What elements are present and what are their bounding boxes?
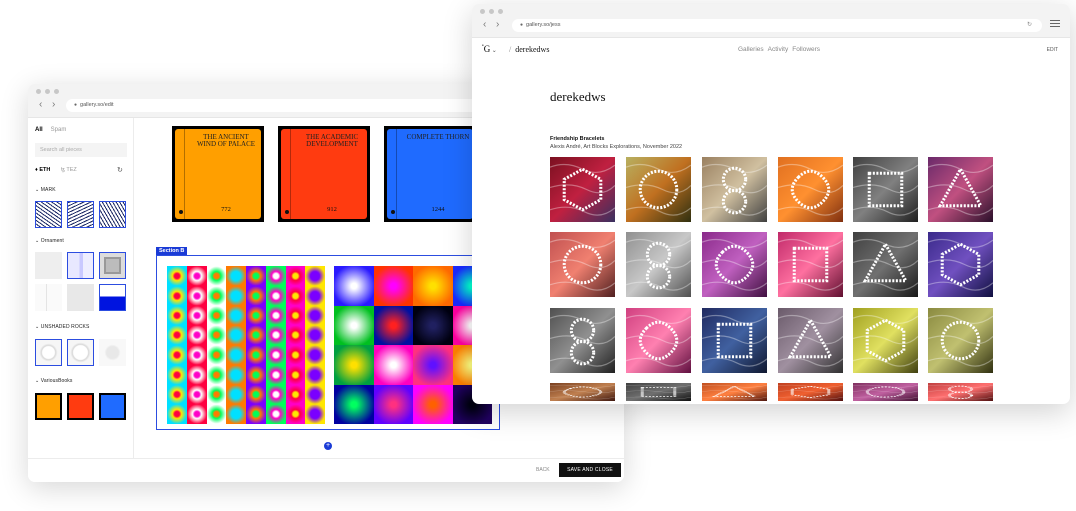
artwork-thumbnail[interactable] bbox=[928, 383, 993, 401]
eth-icon: ♦ bbox=[35, 167, 38, 173]
book-card[interactable]: COMPLETE THORN 1244 bbox=[384, 126, 476, 222]
refresh-icon[interactable]: ↻ bbox=[117, 167, 123, 174]
gallery-logo[interactable]: •G ⌄ bbox=[482, 44, 497, 54]
nav-followers[interactable]: Followers bbox=[792, 46, 820, 53]
collection-title: Friendship Bracelets bbox=[550, 136, 605, 142]
group-ornament[interactable]: ⌄ Ornament bbox=[35, 238, 64, 244]
forward-arrow-icon[interactable]: › bbox=[496, 20, 499, 30]
chain-eth[interactable]: ♦ ETH bbox=[35, 167, 50, 174]
book-thumb[interactable] bbox=[35, 393, 62, 420]
group-various-books[interactable]: ⌄ VariousBooks bbox=[35, 378, 72, 384]
browser-chrome: ‹ › ● gallery.so/jess ↻ bbox=[472, 4, 1070, 38]
bottom-bar: BACK SAVE AND CLOSE bbox=[28, 458, 624, 482]
save-and-close-button[interactable]: SAVE AND CLOSE bbox=[559, 463, 621, 477]
lock-icon: ● bbox=[74, 102, 78, 108]
book-thumb[interactable] bbox=[67, 393, 94, 420]
artwork-thumbnail[interactable] bbox=[626, 232, 691, 297]
artwork-thumbnail[interactable] bbox=[702, 383, 767, 401]
artwork-thumbnail[interactable] bbox=[778, 157, 843, 222]
nav-activity[interactable]: Activity bbox=[768, 46, 789, 53]
gradient-artwork[interactable] bbox=[334, 266, 492, 424]
artwork-thumbnail[interactable] bbox=[550, 232, 615, 297]
artwork-thumbnail[interactable] bbox=[928, 308, 993, 373]
book-title: THE ACADEMIC DEVELOPMENT bbox=[305, 133, 359, 148]
breadcrumb[interactable]: / derekedws bbox=[509, 45, 549, 54]
sidebar: All Spam Search all pieces ♦ ETH ꜩ TEZ ↻… bbox=[28, 118, 134, 458]
book-thumb[interactable] bbox=[99, 393, 126, 420]
mark-thumb[interactable] bbox=[35, 201, 62, 228]
collection-subtitle: Alexis André, Art Blocks Explorations, N… bbox=[550, 144, 683, 150]
group-mark[interactable]: ⌄ MARK bbox=[35, 187, 56, 193]
book-card[interactable]: THE ANCIENT WIND OF PALACE 772 bbox=[172, 126, 264, 222]
window-controls[interactable] bbox=[36, 89, 59, 94]
artwork-thumbnail[interactable] bbox=[928, 157, 993, 222]
rock-thumb[interactable] bbox=[67, 339, 94, 366]
ornament-thumb[interactable] bbox=[99, 284, 126, 311]
chevron-down-icon: ⌄ bbox=[35, 324, 40, 330]
book-number: 1244 bbox=[431, 206, 445, 213]
nav-galleries[interactable]: Galleries bbox=[738, 46, 764, 53]
menu-icon[interactable] bbox=[1050, 20, 1060, 29]
chevron-down-icon: ⌄ bbox=[35, 187, 40, 193]
ornament-thumb[interactable] bbox=[35, 252, 62, 279]
window-controls[interactable] bbox=[480, 9, 503, 14]
chevron-down-icon: ⌄ bbox=[490, 48, 497, 54]
book-title: COMPLETE THORN bbox=[406, 133, 470, 141]
book-number: 772 bbox=[221, 206, 231, 213]
profile-nav: Galleries Activity Followers bbox=[738, 46, 820, 53]
profile-header: •G ⌄ / derekedws Galleries Activity Follo… bbox=[472, 38, 1070, 60]
artwork-thumbnail[interactable] bbox=[778, 232, 843, 297]
book-card[interactable]: THE ACADEMIC DEVELOPMENT 912 bbox=[278, 126, 370, 222]
tab-all[interactable]: All bbox=[35, 127, 43, 133]
forward-arrow-icon[interactable]: › bbox=[52, 100, 55, 110]
artwork-thumbnail[interactable] bbox=[778, 308, 843, 373]
edit-button[interactable]: EDIT bbox=[1047, 47, 1058, 53]
artwork-thumbnail[interactable] bbox=[702, 232, 767, 297]
profile-window: ‹ › ● gallery.so/jess ↻ •G ⌄ / derekedws G… bbox=[472, 4, 1070, 404]
artwork-thumbnail[interactable] bbox=[550, 308, 615, 373]
artwork-thumbnail[interactable] bbox=[550, 383, 615, 401]
tab-spam[interactable]: Spam bbox=[51, 127, 67, 133]
book-title: THE ANCIENT WIND OF PALACE bbox=[196, 133, 256, 148]
address-bar[interactable]: ● gallery.so/jess ↻ bbox=[512, 19, 1042, 32]
tez-icon: ꜩ bbox=[61, 167, 65, 173]
artwork-thumbnail[interactable] bbox=[853, 232, 918, 297]
ornament-thumb[interactable] bbox=[35, 284, 62, 311]
chain-tez[interactable]: ꜩ TEZ bbox=[61, 167, 77, 174]
artwork-thumbnail[interactable] bbox=[626, 157, 691, 222]
artwork-thumbnail[interactable] bbox=[853, 383, 918, 401]
artwork-thumbnail[interactable] bbox=[626, 308, 691, 373]
chevron-down-icon: ⌄ bbox=[35, 378, 40, 384]
chevron-down-icon: ⌄ bbox=[35, 238, 40, 244]
artwork-thumbnail[interactable] bbox=[702, 157, 767, 222]
add-section-button[interactable]: + bbox=[324, 442, 332, 450]
section-label[interactable]: Section B bbox=[156, 247, 188, 255]
artwork-thumbnail[interactable] bbox=[702, 308, 767, 373]
group-unshaded-rocks[interactable]: ⌄ UNSHADED ROCKS bbox=[35, 324, 89, 330]
search-input[interactable]: Search all pieces bbox=[35, 143, 127, 157]
back-arrow-icon[interactable]: ‹ bbox=[483, 20, 486, 30]
artwork-thumbnail[interactable] bbox=[853, 157, 918, 222]
artwork-thumbnail[interactable] bbox=[550, 157, 615, 222]
artwork-thumbnail[interactable] bbox=[626, 383, 691, 401]
rock-thumb[interactable] bbox=[35, 339, 62, 366]
ornament-thumb[interactable] bbox=[99, 252, 126, 279]
section-b[interactable] bbox=[156, 255, 500, 430]
profile-username: derekedws bbox=[550, 89, 606, 104]
artwork-thumbnail[interactable] bbox=[853, 308, 918, 373]
artwork-thumbnail[interactable] bbox=[778, 383, 843, 401]
reload-icon[interactable]: ↻ bbox=[1027, 19, 1032, 32]
book-number: 912 bbox=[327, 206, 337, 213]
ornament-thumb[interactable] bbox=[67, 284, 94, 311]
ornament-thumb[interactable] bbox=[67, 252, 94, 279]
artwork-thumbnail[interactable] bbox=[928, 232, 993, 297]
rock-thumb[interactable] bbox=[99, 339, 126, 366]
mark-thumb[interactable] bbox=[67, 201, 94, 228]
color-dots-artwork[interactable] bbox=[167, 266, 325, 424]
mark-thumb[interactable] bbox=[99, 201, 126, 228]
back-arrow-icon[interactable]: ‹ bbox=[39, 100, 42, 110]
back-button[interactable]: BACK bbox=[536, 467, 550, 473]
lock-icon: ● bbox=[520, 22, 524, 28]
